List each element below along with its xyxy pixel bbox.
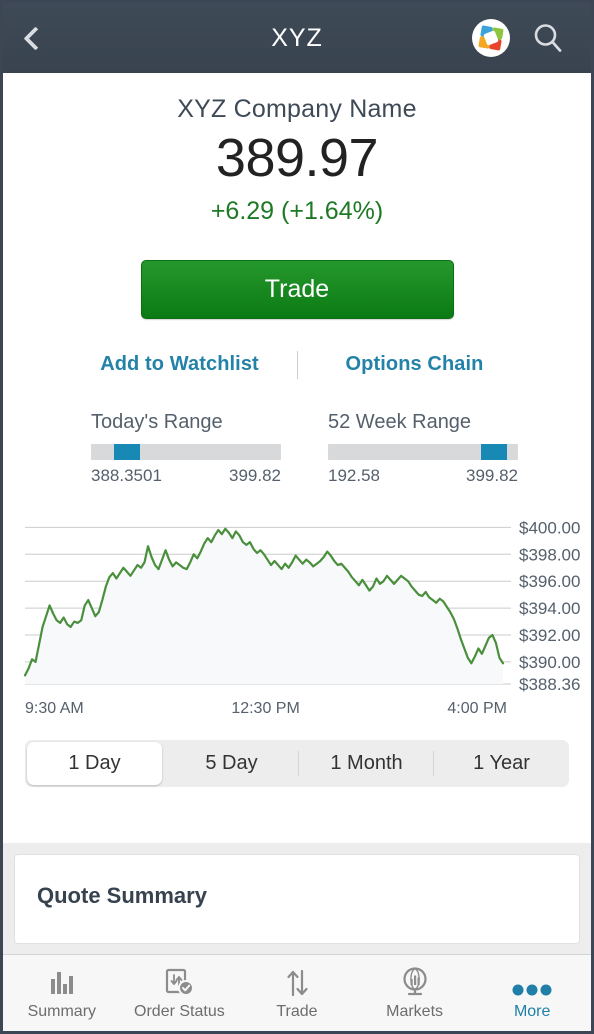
nav-label-trade: Trade: [276, 1002, 318, 1020]
add-to-watchlist-label: Add to Watchlist: [100, 353, 259, 376]
svg-text:$392.00: $392.00: [519, 626, 580, 645]
todays-range-low: 388.3501: [91, 465, 162, 485]
chart-area-fill: [25, 528, 503, 684]
last-price: 389.97: [215, 128, 379, 188]
nav-label-order-status: Order Status: [134, 1002, 225, 1020]
bar-chart-icon: [47, 966, 77, 998]
period-tab-1-month[interactable]: 1 Month: [299, 740, 434, 787]
52-week-range: 52 Week Range 192.58 399.82: [328, 411, 518, 486]
svg-text:$388.36: $388.36: [519, 675, 580, 694]
svg-text:$398.00: $398.00: [519, 545, 580, 564]
header-actions: [471, 18, 591, 58]
nav-label-summary: Summary: [27, 1002, 97, 1020]
nav-item-trade[interactable]: Trade: [238, 955, 356, 1031]
x-tick-mid: 12:30 PM: [231, 699, 300, 717]
quote-card: XYZ Company Name 389.97 +6.29 (+1.64%) T…: [3, 73, 591, 843]
order-status-icon: [163, 966, 195, 998]
ellipsis-icon: [510, 966, 554, 998]
phone-screen: XYZ XYZ Company Name 389.97 +6.29 (+1.64…: [0, 0, 594, 1034]
back-button[interactable]: [3, 3, 61, 73]
etrade-pinwheel-logo-svg: [472, 19, 510, 57]
price-chart-svg: $400.00 $398.00 $396.00 $394.00 $392.00 $390.…: [23, 518, 580, 694]
search-icon-svg: [534, 24, 562, 52]
etrade-pinwheel-logo[interactable]: [471, 18, 511, 58]
add-to-watchlist-link[interactable]: Add to Watchlist: [63, 353, 297, 376]
nav-item-markets[interactable]: Markets: [356, 955, 474, 1031]
scroll-content[interactable]: XYZ Company Name 389.97 +6.29 (+1.64%) T…: [3, 73, 591, 954]
nav-item-order-status[interactable]: Order Status: [121, 955, 239, 1031]
52-week-range-marker: [480, 443, 507, 460]
card-spacer: [3, 787, 591, 843]
52-week-range-high: 399.82: [466, 465, 518, 485]
svg-text:$400.00: $400.00: [519, 518, 580, 537]
svg-text:$396.00: $396.00: [519, 572, 580, 591]
period-tab-5-day[interactable]: 5 Day: [164, 740, 299, 787]
x-tick-open: 9:30 AM: [25, 699, 84, 717]
52-week-range-bar: [328, 443, 518, 460]
52-week-range-low: 192.58: [328, 465, 380, 485]
quote-links: Add to Watchlist Options Chain: [3, 350, 591, 379]
chart-x-axis-labels: 9:30 AM 12:30 PM 4:00 PM: [3, 698, 591, 718]
options-chain-label: Options Chain: [345, 353, 484, 376]
search-icon[interactable]: [531, 21, 565, 55]
svg-text:$394.00: $394.00: [519, 599, 580, 618]
chart-y-axis-labels: $400.00 $398.00 $396.00 $394.00 $392.00 $390.…: [519, 518, 580, 694]
nav-item-more[interactable]: More: [473, 955, 591, 1031]
period-tab-1-month-label: 1 Month: [330, 751, 403, 774]
52-week-range-title: 52 Week Range: [328, 410, 472, 433]
period-tab-1-day[interactable]: 1 Day: [27, 741, 162, 785]
price-change: +6.29 (+1.64%): [210, 196, 384, 225]
trade-button[interactable]: Trade: [140, 259, 454, 319]
price-chart[interactable]: $400.00 $398.00 $396.00 $394.00 $392.00 $390.…: [3, 508, 591, 698]
quote-summary-card[interactable]: Quote Summary: [14, 853, 580, 944]
todays-range-bar: [91, 443, 281, 460]
nav-label-markets: Markets: [386, 1002, 444, 1020]
bottom-navigation: Summary Order Status Trade Markets More: [3, 954, 591, 1031]
app-header: XYZ: [3, 3, 591, 73]
period-selector[interactable]: 1 Day 5 Day 1 Month 1 Year: [25, 739, 569, 787]
todays-range-marker: [113, 443, 140, 460]
chevron-left-icon: [22, 25, 48, 51]
up-down-arrows-icon: [282, 966, 312, 998]
todays-range: Today's Range 388.3501 399.82: [91, 411, 281, 486]
quote-summary-title: Quote Summary: [37, 882, 207, 908]
ranges-row: Today's Range 388.3501 399.82 52 Week Ra…: [3, 411, 591, 486]
todays-range-values: 388.3501 399.82: [91, 466, 281, 486]
svg-text:$390.00: $390.00: [519, 653, 580, 672]
todays-range-high: 399.82: [229, 465, 281, 485]
globe-chart-icon: [399, 966, 431, 998]
nav-label-more: More: [513, 1002, 551, 1020]
company-name: XYZ Company Name: [177, 95, 417, 123]
period-tab-1-year[interactable]: 1 Year: [434, 740, 569, 787]
todays-range-title: Today's Range: [91, 410, 223, 433]
nav-item-summary[interactable]: Summary: [3, 955, 121, 1031]
period-tab-5-day-label: 5 Day: [205, 751, 258, 774]
x-tick-close: 4:00 PM: [447, 699, 507, 717]
options-chain-link[interactable]: Options Chain: [298, 353, 532, 376]
52-week-range-values: 192.58 399.82: [328, 466, 518, 486]
